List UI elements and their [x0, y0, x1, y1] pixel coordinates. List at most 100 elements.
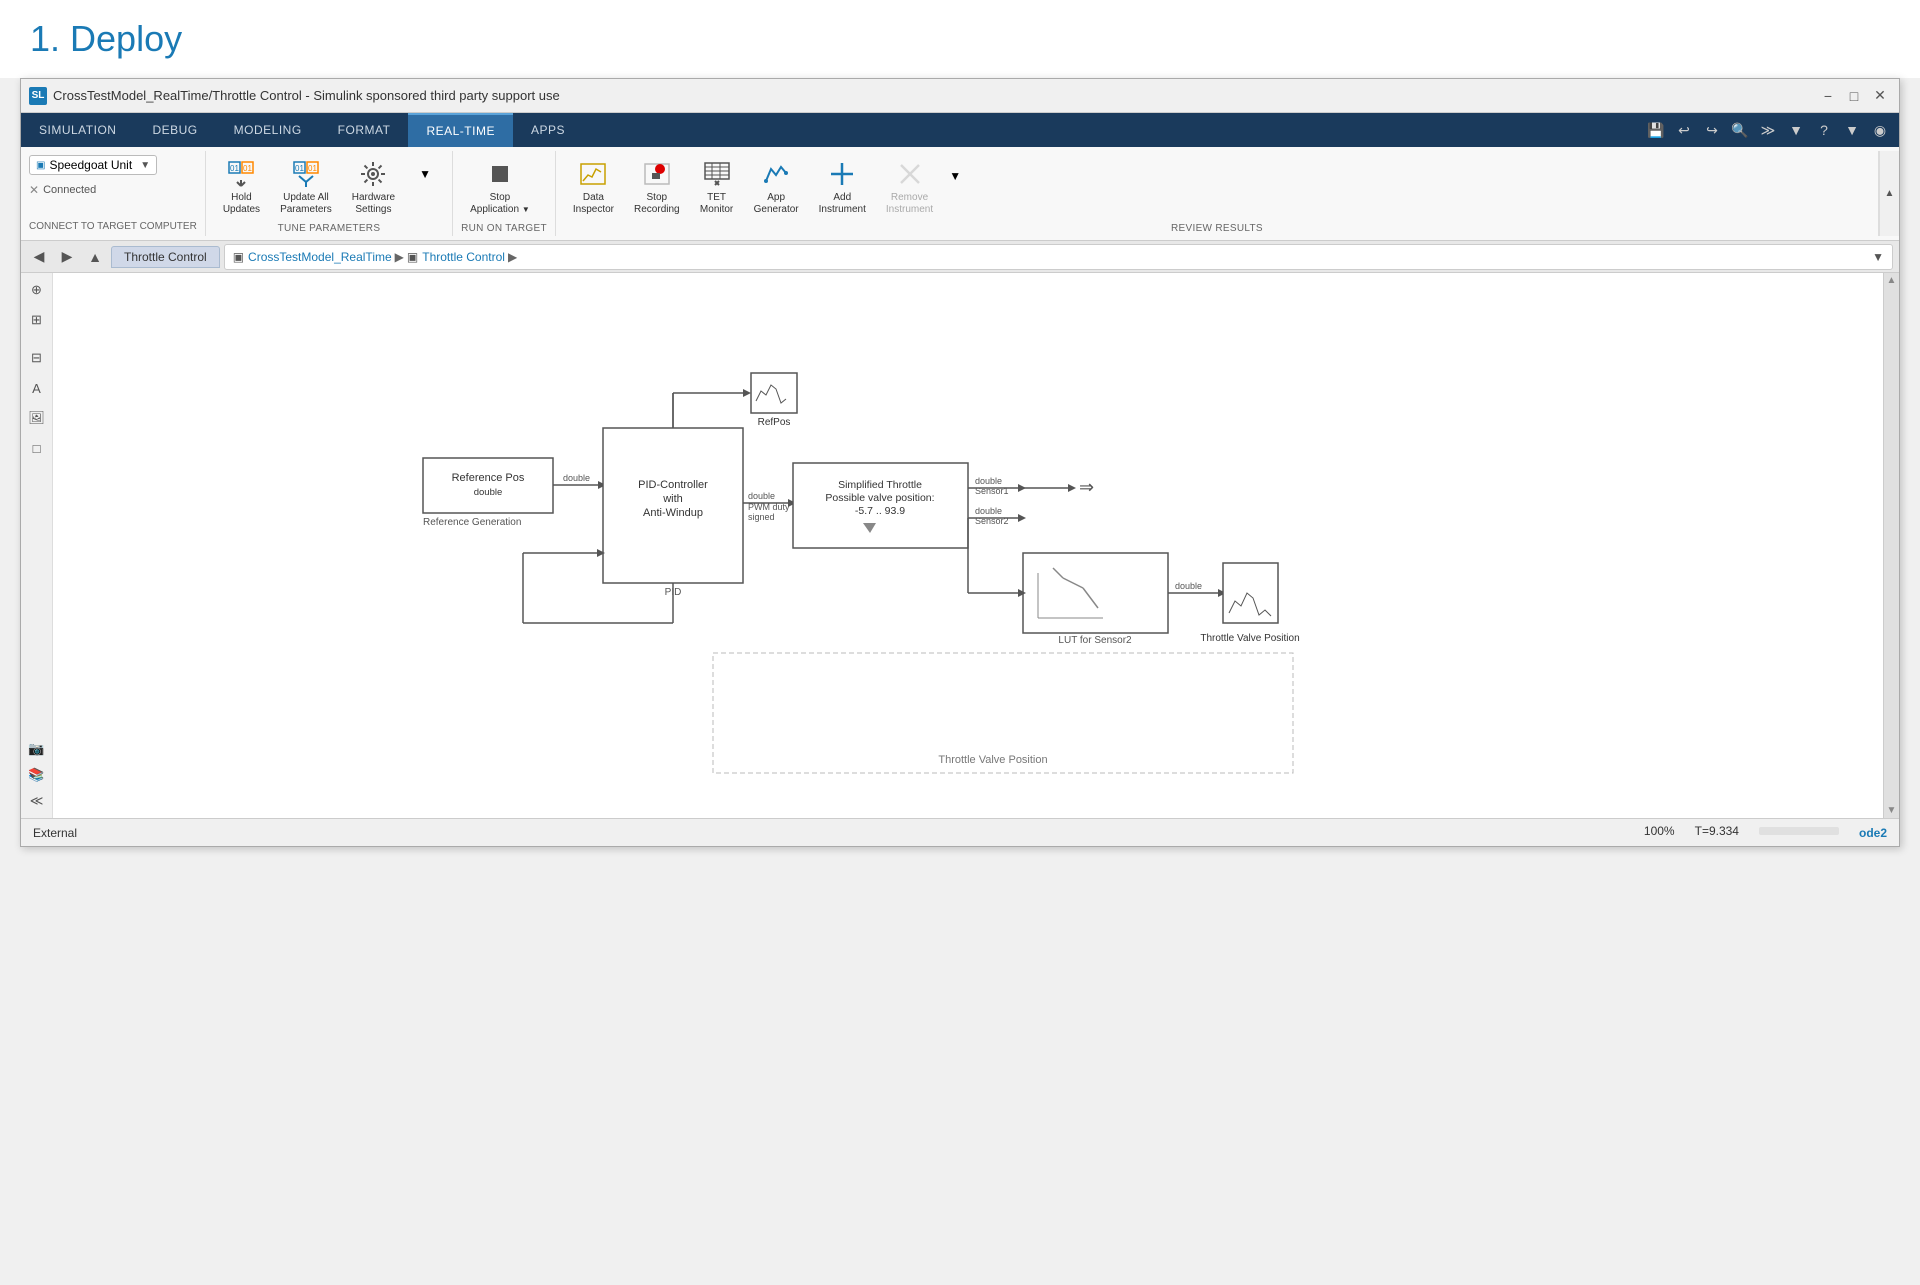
add-instrument-button[interactable]: AddInstrument — [810, 153, 875, 221]
hold-updates-button[interactable]: 01 01 HoldUpdates — [214, 153, 269, 221]
status-progress — [1759, 824, 1839, 841]
tet-monitor-button[interactable]: TETMonitor — [691, 153, 743, 221]
svg-text:-5.7 .. 93.9: -5.7 .. 93.9 — [855, 505, 905, 517]
tab-throttle-control[interactable]: Throttle Control — [111, 246, 220, 268]
close-button[interactable]: ✕ — [1869, 85, 1891, 107]
left-toolbar: ⊕ ⊞ ⊟ A 🖼 □ 📷 📚 ≪ — [21, 273, 53, 818]
svg-text:Simplified Throttle: Simplified Throttle — [838, 479, 922, 491]
breadcrumb-root[interactable]: CrossTestModel_RealTime — [248, 250, 392, 264]
add-instrument-icon — [826, 158, 858, 190]
svg-text:with: with — [662, 493, 683, 505]
maximize-button[interactable]: □ — [1843, 85, 1865, 107]
qa-redo-btn[interactable]: ↪ — [1699, 117, 1725, 143]
qa-more-btn[interactable]: ≫ — [1755, 117, 1781, 143]
ribbon-scroll-right[interactable]: ▲ — [1879, 151, 1899, 236]
qa-help-btn[interactable]: ? — [1811, 117, 1837, 143]
qa-save-btn[interactable]: 💾 — [1643, 117, 1669, 143]
stop-recording-icon — [641, 158, 673, 190]
status-bar: External 100% T=9.334 ode2 — [21, 818, 1899, 846]
app-generator-button[interactable]: AppGenerator — [745, 153, 808, 221]
update-all-params-button[interactable]: 01 01 Update AllParameters — [271, 153, 341, 221]
run-buttons: StopApplication ▼ — [461, 153, 547, 221]
zoom-in-button[interactable]: ⊟ — [24, 345, 50, 371]
breadcrumb-bar: ◀ ▶ ▲ Throttle Control ▣ CrossTestModel_… — [21, 241, 1899, 273]
hardware-settings-label: HardwareSettings — [352, 192, 395, 216]
select-tool-button[interactable]: □ — [24, 435, 50, 461]
svg-text:Reference Generation: Reference Generation — [423, 517, 521, 528]
page-title: 1. Deploy — [0, 0, 1920, 70]
svg-text:double: double — [474, 487, 503, 498]
app-icon: SL — [29, 87, 47, 105]
stop-recording-button[interactable]: StopRecording — [625, 153, 689, 221]
svg-text:RefPos: RefPos — [758, 417, 791, 428]
remove-instrument-icon — [894, 158, 926, 190]
title-bar: SL CrossTestModel_RealTime/Throttle Cont… — [21, 79, 1899, 113]
diagram-canvas[interactable]: Reference Pos double double Reference Ge… — [53, 273, 1883, 818]
qa-dropdown-btn[interactable]: ▼ — [1783, 117, 1809, 143]
data-inspector-button[interactable]: DataInspector — [564, 153, 623, 221]
tab-simulation[interactable]: SIMULATION — [21, 113, 134, 147]
right-scrollbar[interactable]: ▲ ▼ — [1883, 273, 1899, 818]
breadcrumb-child[interactable]: Throttle Control — [422, 250, 505, 264]
status-center: 100% T=9.334 — [1644, 824, 1839, 841]
canvas-area: ⊕ ⊞ ⊟ A 🖼 □ 📷 📚 ≪ Reference Pos — [21, 273, 1899, 818]
tab-debug[interactable]: DEBUG — [134, 113, 215, 147]
breadcrumb-dropdown[interactable]: ▼ — [1872, 250, 1884, 264]
library-button[interactable]: 📚 — [24, 762, 50, 788]
minimize-button[interactable]: − — [1817, 85, 1839, 107]
status-time: T=9.334 — [1695, 824, 1739, 841]
image-tool-button[interactable]: 🖼 — [24, 405, 50, 431]
remove-instrument-label: RemoveInstrument — [886, 192, 933, 216]
app-generator-label: AppGenerator — [754, 192, 799, 216]
svg-text:double: double — [748, 491, 775, 501]
svg-text:01: 01 — [295, 164, 304, 173]
remove-instrument-button[interactable]: RemoveInstrument — [877, 153, 942, 221]
nav-forward-button[interactable]: ▶ — [55, 245, 79, 269]
data-inspector-icon — [577, 158, 609, 190]
svg-text:Throttle Valve Position: Throttle Valve Position — [1200, 633, 1299, 644]
add-instrument-label: AddInstrument — [819, 192, 866, 216]
svg-text:Sensor2: Sensor2 — [975, 516, 1009, 526]
breadcrumb-sep-1: ▶ — [395, 250, 404, 264]
review-results-section: DataInspector StopRecording — [556, 151, 1879, 236]
menu-bar: SIMULATION DEBUG MODELING FORMAT REAL-TI… — [21, 113, 1899, 147]
data-inspector-label: DataInspector — [573, 192, 614, 216]
update-all-params-label: Update AllParameters — [280, 192, 332, 216]
qa-dropdown2-btn[interactable]: ▼ — [1839, 117, 1865, 143]
connect-section: ▣ Speedgoat Unit ▼ ✕ Connected CONNECT T… — [21, 151, 206, 236]
qa-search-btn[interactable]: 🔍 — [1727, 117, 1753, 143]
run-on-target-section: StopApplication ▼ RUN ON TARGET — [453, 151, 556, 236]
expand-button[interactable]: ≪ — [24, 788, 50, 814]
target-dropdown[interactable]: ▣ Speedgoat Unit ▼ — [29, 155, 157, 175]
tab-format[interactable]: FORMAT — [320, 113, 409, 147]
nav-up-button[interactable]: ▲ — [83, 245, 107, 269]
svg-text:01: 01 — [243, 164, 252, 173]
tune-more-button[interactable]: ▼ — [406, 153, 444, 197]
stop-application-button[interactable]: StopApplication ▼ — [461, 153, 539, 221]
qa-undo-btn[interactable]: ↩ — [1671, 117, 1697, 143]
hold-updates-label: HoldUpdates — [223, 192, 260, 216]
tab-realtime[interactable]: REAL-TIME — [408, 113, 513, 147]
address-bar: ▣ CrossTestModel_RealTime ▶ ▣ Throttle C… — [224, 244, 1893, 270]
svg-text:01: 01 — [308, 164, 317, 173]
tab-apps[interactable]: APPS — [513, 113, 583, 147]
review-more-button[interactable]: ▼ — [944, 163, 966, 191]
svg-text:double: double — [975, 506, 1002, 516]
review-more-icon: ▼ — [947, 168, 963, 184]
screenshot-button[interactable]: 📷 — [24, 736, 50, 762]
hardware-settings-button[interactable]: HardwareSettings — [343, 153, 404, 221]
svg-text:double: double — [975, 476, 1002, 486]
update-all-params-icon: 01 01 — [290, 158, 322, 190]
svg-text:PID-Controller: PID-Controller — [638, 479, 708, 491]
qa-settings-btn[interactable]: ◉ — [1867, 117, 1893, 143]
text-tool-button[interactable]: A — [24, 375, 50, 401]
tab-modeling[interactable]: MODELING — [216, 113, 320, 147]
svg-text:01: 01 — [230, 164, 239, 173]
svg-text:Possible valve position:: Possible valve position: — [825, 492, 934, 504]
tune-params-label: TUNE PARAMETERS — [214, 221, 444, 236]
fit-view-button[interactable]: ⊞ — [24, 307, 50, 333]
nav-back-button[interactable]: ◀ — [27, 245, 51, 269]
zoom-fit-button[interactable]: ⊕ — [24, 277, 50, 303]
review-results-label: REVIEW RESULTS — [564, 221, 1870, 236]
app-generator-icon — [760, 158, 792, 190]
